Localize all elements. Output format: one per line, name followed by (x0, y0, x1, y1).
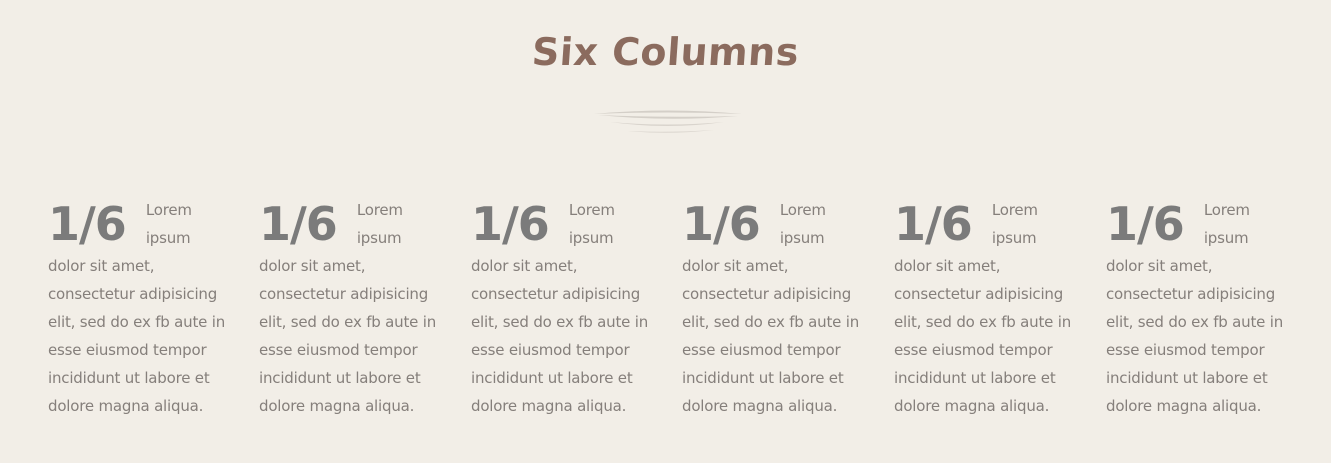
column-fraction: 1/6 (471, 197, 550, 251)
section-title: Six Columns (530, 30, 801, 74)
column-fraction: 1/6 (259, 197, 338, 251)
column: 1/6 Lorem ipsum dolor sit amet, consecte… (471, 196, 651, 420)
six-columns-section: Six Columns 1/6 Lorem ipsum dolor sit am… (0, 0, 1331, 463)
column-fraction: 1/6 (682, 197, 761, 251)
brush-stroke-divider-icon (594, 110, 742, 133)
column-fraction: 1/6 (48, 197, 127, 251)
column-fraction: 1/6 (1106, 197, 1185, 251)
column: 1/6 Lorem ipsum dolor sit amet, consecte… (682, 196, 862, 420)
column: 1/6 Lorem ipsum dolor sit amet, consecte… (1106, 196, 1286, 420)
column-fraction: 1/6 (894, 197, 973, 251)
column: 1/6 Lorem ipsum dolor sit amet, consecte… (894, 196, 1074, 420)
column: 1/6 Lorem ipsum dolor sit amet, consecte… (259, 196, 439, 420)
column: 1/6 Lorem ipsum dolor sit amet, consecte… (48, 196, 228, 420)
